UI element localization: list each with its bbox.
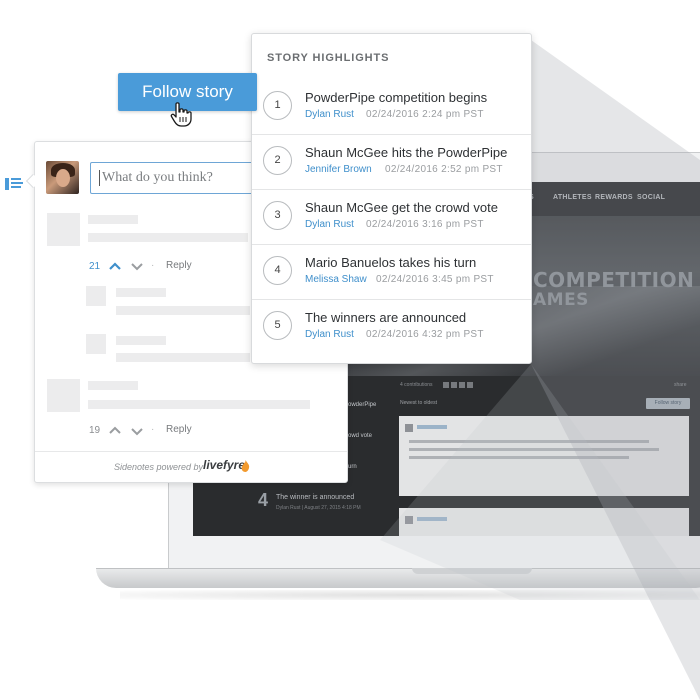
screen-comment-card	[399, 508, 689, 536]
highlight-author[interactable]: Dylan Rust	[305, 109, 354, 120]
contributor-avatar	[443, 382, 449, 388]
divider	[252, 244, 531, 245]
highlight-title[interactable]: Shaun McGee hits the PowderPipe	[305, 145, 507, 160]
avatar	[405, 516, 413, 524]
screen-list-title: urn	[348, 464, 357, 470]
share-link[interactable]: share	[674, 382, 687, 388]
vote-count: 21	[89, 261, 101, 272]
contributor-avatar	[467, 382, 473, 388]
comment-author	[417, 517, 447, 521]
nav-link-social[interactable]: SOCIAL	[637, 194, 665, 201]
screen-list-title: The winner is announced	[276, 494, 355, 501]
nav-link-athletes[interactable]: ATHLETES	[553, 194, 592, 201]
sort-dropdown[interactable]: Newest to oldest	[400, 400, 437, 406]
highlight-number: 2	[263, 146, 292, 175]
highlight-author[interactable]: Dylan Rust	[305, 329, 354, 340]
reply-link[interactable]: Reply	[166, 260, 192, 271]
highlight-number: 4	[263, 256, 292, 285]
screen-list-title: owd vote	[348, 433, 373, 439]
highlight-timestamp: 02/24/2016 4:32 pm PST	[366, 329, 484, 340]
story-highlights-heading: STORY HIGHLIGHTS	[267, 52, 390, 64]
downvote-icon[interactable]	[130, 427, 144, 437]
highlight-author[interactable]: Dylan Rust	[305, 219, 354, 230]
highlight-timestamp: 02/24/2016 2:24 pm PST	[366, 109, 484, 120]
comment-text	[409, 440, 649, 443]
avatar	[405, 424, 413, 432]
highlight-timestamp: 02/24/2016 3:45 pm PST	[376, 274, 494, 285]
comment-input[interactable]: What do you think?	[90, 162, 258, 194]
divider	[252, 299, 531, 300]
highlight-timestamp: 02/24/2016 2:52 pm PST	[385, 164, 503, 175]
screen-follow-button[interactable]: Follow story	[646, 398, 690, 409]
comment-avatar-placeholder	[47, 213, 80, 246]
contributions-count: 4 contributions	[400, 382, 433, 388]
contributor-avatar	[451, 382, 457, 388]
highlight-title[interactable]: The winners are announced	[305, 310, 466, 325]
comment-text-placeholder	[88, 233, 248, 242]
nav-link-rewards[interactable]: REWARDS	[595, 194, 633, 201]
livefyre-logo[interactable]: livefyre	[203, 458, 245, 472]
divider	[252, 134, 531, 135]
highlight-timestamp: 02/24/2016 3:16 pm PST	[366, 219, 484, 230]
comment-text	[409, 448, 659, 451]
highlight-title[interactable]: PowderPipe competition begins	[305, 90, 487, 105]
screen-comment-card	[399, 416, 689, 496]
screen-list-title: owderPipe	[348, 402, 377, 408]
highlight-author[interactable]: Jennifer Brown	[305, 164, 372, 175]
sidenote-list-icon[interactable]	[5, 176, 25, 192]
comment-author	[417, 425, 447, 429]
upvote-icon[interactable]	[108, 425, 122, 435]
vote-count: 19	[89, 425, 101, 436]
contributor-avatar	[459, 382, 465, 388]
text-caret	[99, 170, 100, 186]
comment-author-placeholder	[88, 215, 138, 224]
hand-cursor-icon	[170, 102, 192, 127]
highlight-title[interactable]: Shaun McGee get the crowd vote	[305, 200, 498, 215]
highlight-number: 5	[263, 311, 292, 340]
highlight-number: 1	[263, 91, 292, 120]
highlight-author[interactable]: Melissa Shaw	[305, 274, 367, 285]
hero-title-line2: AMES	[533, 290, 589, 310]
reply-text-placeholder	[116, 306, 250, 315]
divider	[35, 451, 347, 452]
laptop-shadow	[120, 590, 700, 600]
highlight-number: 3	[263, 201, 292, 230]
reply-avatar-placeholder	[86, 334, 106, 354]
upvote-icon[interactable]	[108, 261, 122, 271]
laptop-notch	[412, 568, 532, 574]
hero-title-line1: COMPETITION	[533, 268, 695, 292]
comment-author-placeholder	[88, 381, 138, 390]
reply-author-placeholder	[116, 336, 166, 345]
flame-icon	[241, 460, 250, 472]
avatar	[46, 161, 79, 194]
divider	[252, 189, 531, 190]
powered-by-text: Sidenotes powered by	[114, 462, 204, 472]
laptop-base	[96, 568, 700, 588]
screen-list-number: 4	[258, 490, 269, 510]
separator-dot: ·	[151, 424, 155, 435]
downvote-icon[interactable]	[130, 262, 144, 272]
screen-list-meta: Dylan Rust | August 27, 2015 4:18 PM	[276, 505, 361, 511]
reply-avatar-placeholder	[86, 286, 106, 306]
comment-avatar-placeholder	[47, 379, 80, 412]
reply-text-placeholder	[116, 353, 250, 362]
separator-dot: ·	[151, 260, 155, 271]
comment-text	[409, 456, 629, 459]
highlight-title[interactable]: Mario Banuelos takes his turn	[305, 255, 476, 270]
reply-author-placeholder	[116, 288, 166, 297]
comment-text-placeholder	[88, 400, 310, 409]
reply-link[interactable]: Reply	[166, 424, 192, 435]
